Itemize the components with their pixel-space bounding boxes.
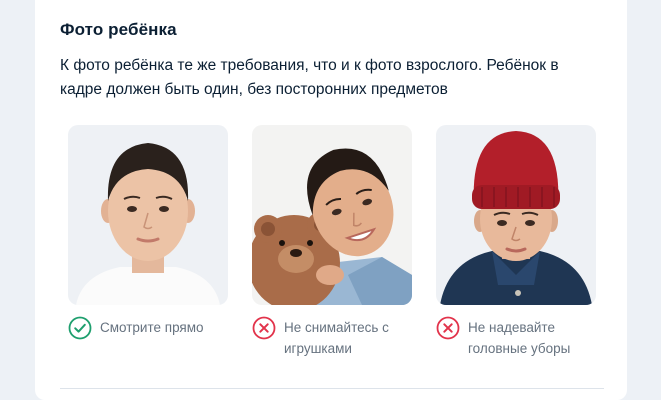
cross-circle-icon	[252, 316, 276, 340]
section-description: К фото ребёнка те же требования, что и к…	[60, 57, 559, 98]
child-photo-requirements-card: Фото ребёнка К фото ребёнка те же требов…	[35, 0, 627, 400]
example-photo-with-toy	[252, 125, 412, 305]
section-title: Фото ребёнка	[60, 20, 177, 39]
example-photo-correct	[68, 125, 228, 305]
example-photo-with-hat	[436, 125, 596, 305]
example-caption: Смотрите прямо	[100, 320, 204, 335]
cross-circle-icon	[436, 316, 460, 340]
example-status-correct: Смотрите прямо	[68, 316, 220, 340]
check-circle-icon	[68, 316, 92, 340]
divider	[60, 388, 604, 389]
example-caption: Не надевайте головные уборы	[468, 320, 571, 356]
example-status-toy: Не снимайтесь с игрушками	[252, 316, 402, 359]
example-caption: Не снимайтесь с игрушками	[284, 320, 389, 356]
example-status-hat: Не надевайте головные уборы	[436, 316, 586, 359]
